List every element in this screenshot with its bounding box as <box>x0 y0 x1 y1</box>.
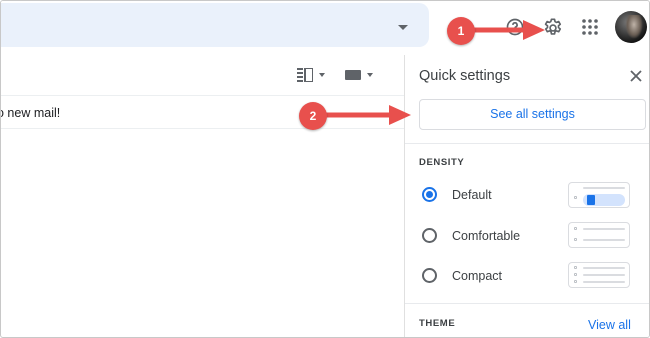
option-label-compact: Compact <box>452 269 503 283</box>
step-1-badge: 1 <box>447 17 475 45</box>
see-all-settings-button[interactable]: See all settings <box>419 99 646 130</box>
empty-mail-message: o new mail! <box>0 106 61 120</box>
annotation-arrow-1 <box>471 20 545 40</box>
mail-toolbar <box>1 55 404 95</box>
radio-comfortable[interactable] <box>422 228 437 243</box>
chevron-down-icon[interactable] <box>398 25 408 30</box>
panel-title: Quick settings <box>419 68 511 84</box>
top-bar <box>1 1 649 55</box>
chevron-down-icon[interactable] <box>319 73 325 77</box>
apps-icon[interactable] <box>581 18 599 36</box>
gmail-window: o new mail! Quick settings See all setti… <box>0 0 650 338</box>
split-pane-icon[interactable] <box>297 68 313 82</box>
chevron-down-icon[interactable] <box>367 73 373 77</box>
close-icon[interactable] <box>629 69 643 83</box>
radio-default[interactable] <box>422 187 437 202</box>
annotation-arrow-2 <box>321 105 411 125</box>
option-label-default: Default <box>452 188 492 202</box>
divider <box>405 143 649 144</box>
theme-heading: THEME <box>419 318 456 329</box>
view-all-themes-link[interactable]: View all <box>588 318 631 332</box>
option-label-comfortable: Comfortable <box>452 229 521 243</box>
search-bar[interactable] <box>1 3 429 47</box>
avatar[interactable] <box>615 11 647 43</box>
divider <box>405 303 649 304</box>
density-heading: DENSITY <box>419 157 465 168</box>
density-preview-default[interactable] <box>568 182 630 208</box>
density-preview-comfortable[interactable] <box>568 222 630 248</box>
quick-settings-panel: Quick settings See all settings DENSITY … <box>404 55 649 337</box>
density-preview-compact[interactable] <box>568 262 630 288</box>
keyboard-icon[interactable] <box>345 70 361 80</box>
step-2-badge: 2 <box>299 102 327 130</box>
radio-compact[interactable] <box>422 268 437 283</box>
